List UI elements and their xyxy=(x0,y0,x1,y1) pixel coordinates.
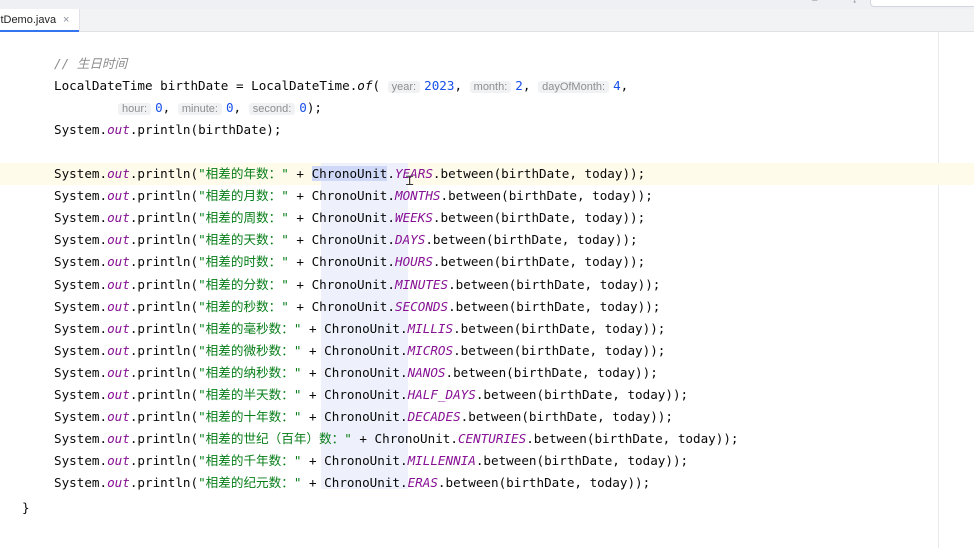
param-hint: dayOfMonth: xyxy=(538,81,610,93)
code-line-declaration: LocalDateTime birthDate = LocalDateTime.… xyxy=(54,78,629,93)
run-config-selector[interactable] xyxy=(870,0,974,7)
code-line-comment: // 生日时间 xyxy=(54,56,128,71)
code-line-println: System.out.println("相差的毫秒数：" + ChronoUni… xyxy=(54,320,666,336)
code-line-declaration-cont: hour: 0, minute: 0, second: 0); xyxy=(118,97,322,119)
code-line-println: System.out.println("相差的微秒数：" + ChronoUni… xyxy=(54,342,666,358)
param-hint: minute: xyxy=(177,103,222,115)
right-margin-guide xyxy=(938,32,939,548)
code-line-println: System.out.println("相差的秒数：" + ChronoUnit… xyxy=(54,298,661,314)
code-line-println: System.out.println("相差的时数：" + ChronoUnit… xyxy=(54,254,646,270)
tab-label: itDemo.java xyxy=(0,14,57,26)
code-line-println: System.out.println("相差的纳秒数：" + ChronoUni… xyxy=(54,364,658,380)
code-line-print-birthdate: System.out.println(birthDate); xyxy=(54,122,282,137)
code-line-println: System.out.println("相差的分数：" + ChronoUnit… xyxy=(54,276,661,292)
code-line-println: System.out.println("相差的半天数：" + ChronoUni… xyxy=(54,387,689,402)
code-line-println: System.out.println("相差的千年数：" + ChronoUni… xyxy=(54,453,689,469)
code-line-println: System.out.println("相差的纪元数：" + ChronoUni… xyxy=(54,475,651,491)
code-line-println: System.out.println("相差的年数：" + ChronoUnit… xyxy=(54,166,646,181)
param-hint: second: xyxy=(248,103,296,115)
code-line-println: System.out.println("相差的天数：" + ChronoUnit… xyxy=(54,232,638,248)
code-editor[interactable]: // 生日时间 LocalDateTime birthDate = LocalD… xyxy=(0,32,974,548)
editor-tab-bar: itDemo.java × xyxy=(0,9,974,32)
closing-brace: } xyxy=(22,500,30,515)
param-hint: month: xyxy=(469,81,512,93)
text-cursor-icon: Ɪ xyxy=(406,174,414,189)
param-hint: hour: xyxy=(118,103,152,115)
code-line-println: System.out.println("相差的世纪（百年）数：" + Chron… xyxy=(54,431,739,447)
arrow-icon[interactable]: ↓ xyxy=(852,0,857,6)
code-line-println: System.out.println("相差的十年数：" + ChronoUni… xyxy=(54,409,673,425)
param-hint: year: xyxy=(387,81,421,93)
editor-tab[interactable]: itDemo.java × xyxy=(0,9,80,32)
close-icon[interactable]: × xyxy=(63,9,69,31)
code-line-println: System.out.println("相差的周数：" + ChronoUnit… xyxy=(54,210,646,226)
code-line-println: System.out.println("相差的月数：" + ChronoUnit… xyxy=(54,188,653,204)
minimize-icon[interactable]: — xyxy=(812,0,817,6)
